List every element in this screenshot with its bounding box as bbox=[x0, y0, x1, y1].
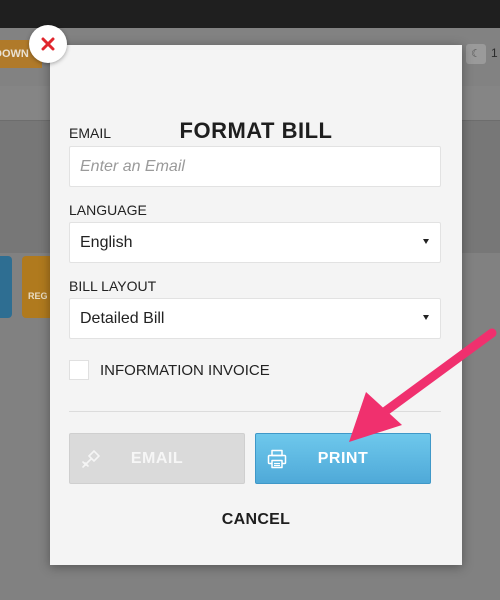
bill-layout-select[interactable]: Detailed Bill bbox=[69, 298, 441, 339]
divider bbox=[69, 411, 441, 412]
format-bill-dialog: FORMAT BILL EMAIL LANGUAGE English BILL … bbox=[50, 45, 462, 565]
print-button[interactable]: PRINT bbox=[255, 433, 431, 484]
bill-layout-selected-value: Detailed Bill bbox=[80, 310, 165, 327]
background-status-text: 1 bbox=[491, 46, 498, 60]
chevron-down-icon bbox=[423, 315, 429, 320]
close-button[interactable] bbox=[29, 25, 67, 63]
print-button-label: PRINT bbox=[317, 450, 369, 467]
language-select[interactable]: English bbox=[69, 222, 441, 263]
email-button-label: EMAIL bbox=[130, 450, 184, 467]
background-blue-tile bbox=[0, 256, 12, 318]
chevron-down-icon bbox=[423, 239, 429, 244]
moon-icon: ☾ bbox=[466, 44, 486, 64]
information-invoice-checkbox[interactable] bbox=[69, 360, 89, 380]
close-icon bbox=[41, 37, 55, 51]
email-button[interactable]: EMAIL bbox=[69, 433, 245, 484]
cancel-button[interactable]: CANCEL bbox=[50, 511, 462, 529]
email-field-wrapper bbox=[69, 146, 441, 187]
app-top-bar bbox=[0, 0, 500, 28]
dialog-title: FORMAT BILL bbox=[179, 118, 333, 143]
bill-layout-label: BILL LAYOUT bbox=[69, 278, 157, 294]
information-invoice-label[interactable]: INFORMATION INVOICE bbox=[100, 362, 270, 379]
email-input[interactable] bbox=[70, 147, 440, 186]
language-label: LANGUAGE bbox=[69, 202, 147, 218]
email-label: EMAIL bbox=[69, 125, 112, 141]
language-selected-value: English bbox=[80, 234, 133, 251]
